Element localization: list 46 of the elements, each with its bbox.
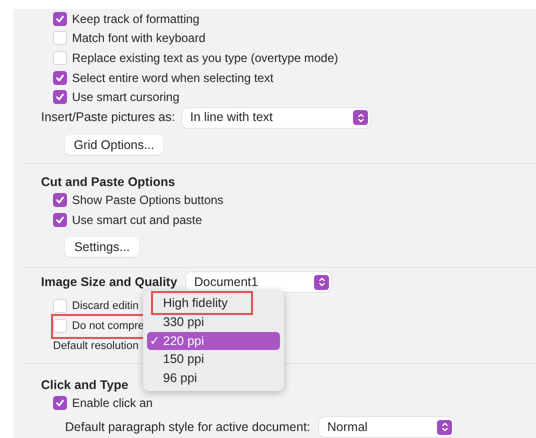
push-button[interactable]: Grid Options... <box>65 134 163 155</box>
insert-select[interactable]: In line with text <box>182 108 370 128</box>
checkbox-label: Keep track of formatting <box>72 10 200 28</box>
checkbox[interactable] <box>53 319 67 334</box>
paragraph-style-select[interactable]: Normal <box>319 417 454 438</box>
checkbox[interactable] <box>53 90 67 104</box>
menu-item[interactable]: High fidelity <box>147 294 280 313</box>
checkbox-label: Use smart cursoring <box>72 89 180 106</box>
checkbox[interactable] <box>53 12 67 26</box>
resolution-label: Default resolution <box>53 338 139 354</box>
menu-item[interactable]: 96 ppi <box>147 369 280 388</box>
stepper-icon <box>437 420 452 435</box>
checkbox-label: Discard editin <box>72 298 139 314</box>
checkbox-label: Do not compre <box>72 318 144 334</box>
menu-item[interactable]: ✓ 220 ppi <box>147 332 280 350</box>
checkbox[interactable] <box>53 50 67 65</box>
push-button[interactable]: Settings... <box>65 237 139 258</box>
checkbox-label: Select entire word when selecting text <box>72 70 274 87</box>
stepper-icon <box>353 110 368 126</box>
checkbox[interactable] <box>53 396 67 410</box>
check-icon <box>55 14 65 24</box>
check-icon <box>55 92 65 102</box>
checkbox[interactable] <box>53 299 67 314</box>
menu-item[interactable]: 330 ppi <box>147 312 280 332</box>
paragraph-style-label: Default paragraph style for active document: <box>65 418 310 436</box>
checkbox-label: Replace existing text as you type (overtype mode) <box>72 50 338 67</box>
check-icon <box>55 72 65 83</box>
checkbox-label: Use smart cut and paste <box>72 212 202 229</box>
document-select[interactable]: Document1 <box>186 272 332 292</box>
checkbox-label: Show Paste Options buttons <box>72 192 224 210</box>
checkbox-label: Enable click an <box>72 394 153 412</box>
menu-item[interactable]: 150 ppi <box>147 350 280 369</box>
section-heading: Click and Type <box>41 378 128 392</box>
checkbox[interactable] <box>53 193 67 208</box>
check-icon <box>55 214 65 225</box>
checkbox-label: Match font with keyboard <box>72 30 206 48</box>
insert-label: Insert/Paste pictures as: <box>41 109 176 126</box>
check-mark: ✓ <box>150 332 160 350</box>
section-heading: Cut and Paste Options <box>41 174 176 189</box>
checkbox[interactable] <box>53 70 67 85</box>
checkbox[interactable] <box>53 212 67 227</box>
section-heading: Image Size and Quality <box>41 274 178 292</box>
checkbox[interactable] <box>53 31 67 46</box>
check-icon <box>55 398 65 408</box>
check-icon <box>55 195 65 206</box>
stepper-icon <box>314 274 330 290</box>
